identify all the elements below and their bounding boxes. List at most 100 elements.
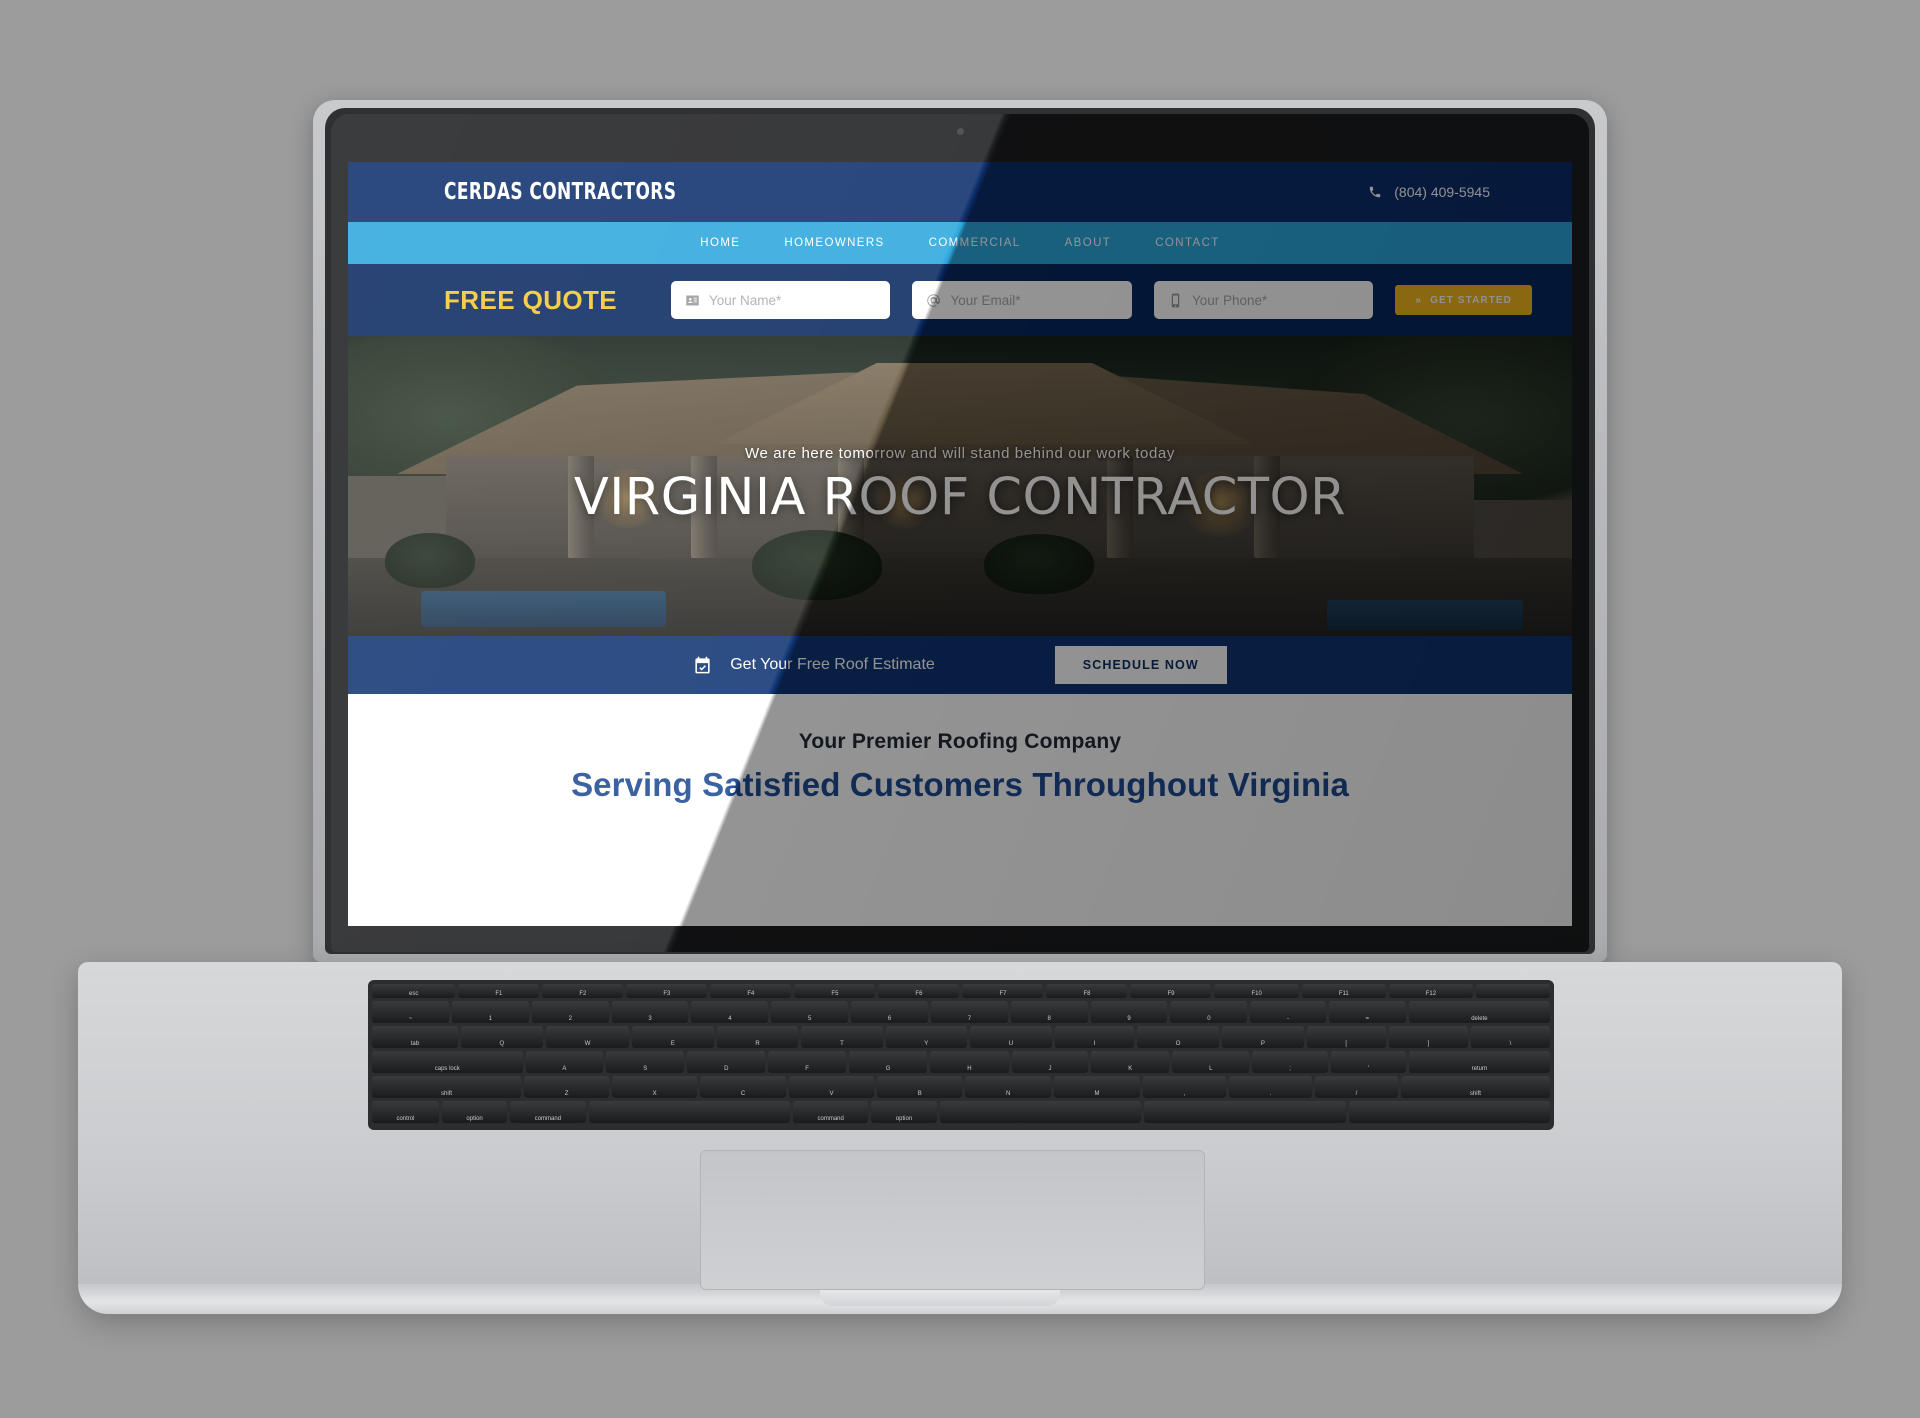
akey-return[interactable]: return bbox=[1408, 1051, 1551, 1073]
zkey-b[interactable]: B bbox=[877, 1076, 963, 1098]
phone-input-placeholder[interactable]: Your Phone* bbox=[1192, 293, 1267, 308]
zkey-x[interactable]: X bbox=[612, 1076, 698, 1098]
zkey-shift[interactable]: shift bbox=[1400, 1076, 1550, 1098]
zkey--[interactable]: , bbox=[1143, 1076, 1227, 1098]
modkey-command[interactable]: command bbox=[793, 1101, 869, 1123]
name-input-placeholder[interactable]: Your Name* bbox=[709, 293, 781, 308]
akey-caps-lock[interactable]: caps lock bbox=[372, 1051, 523, 1073]
fnkey-f11[interactable]: F11 bbox=[1301, 984, 1386, 998]
nav-item-homeowners[interactable]: HOMEOWNERS bbox=[784, 237, 884, 249]
free-quote-title: FREE QUOTE bbox=[444, 284, 618, 315]
numkey-7[interactable]: 7 bbox=[930, 1001, 1008, 1023]
akey-d[interactable]: D bbox=[687, 1051, 766, 1073]
website-page: CERDAS CONTRACTORS (804) 409-5945 HOME H… bbox=[348, 162, 1572, 926]
fnkey-f10[interactable]: F10 bbox=[1214, 984, 1299, 998]
qkey-p[interactable]: P bbox=[1222, 1026, 1304, 1048]
modkey-command[interactable]: command bbox=[510, 1101, 586, 1123]
site-logo[interactable]: CERDAS CONTRACTORS bbox=[444, 179, 676, 205]
zkey--[interactable]: / bbox=[1314, 1076, 1398, 1098]
nav-item-contact[interactable]: CONTACT bbox=[1155, 237, 1220, 249]
numkey-4[interactable]: 4 bbox=[691, 1001, 769, 1023]
numkey-9[interactable]: 9 bbox=[1090, 1001, 1168, 1023]
qkey-u[interactable]: U bbox=[970, 1026, 1052, 1048]
modkey-option[interactable]: option bbox=[441, 1101, 508, 1123]
fnkey-f3[interactable]: F3 bbox=[626, 984, 708, 998]
numkey-3[interactable]: 3 bbox=[611, 1001, 689, 1023]
fnkey-f12[interactable]: F12 bbox=[1388, 984, 1474, 998]
modkey-6[interactable] bbox=[939, 1101, 1142, 1123]
qkey-tab[interactable]: tab bbox=[372, 1026, 458, 1048]
modkey-7[interactable] bbox=[1144, 1101, 1346, 1123]
numkey-5[interactable]: 5 bbox=[771, 1001, 849, 1023]
qkey-w[interactable]: W bbox=[545, 1026, 630, 1048]
zkey-m[interactable]: M bbox=[1053, 1076, 1141, 1098]
akey-h[interactable]: H bbox=[930, 1051, 1009, 1073]
akey-l[interactable]: L bbox=[1172, 1051, 1250, 1073]
numkey-2[interactable]: 2 bbox=[531, 1001, 609, 1023]
numkey-8[interactable]: 8 bbox=[1010, 1001, 1088, 1023]
qkey--[interactable]: \ bbox=[1470, 1026, 1551, 1048]
qkey-t[interactable]: T bbox=[801, 1026, 883, 1048]
trackpad[interactable] bbox=[700, 1150, 1205, 1290]
fnkey-13[interactable] bbox=[1476, 984, 1551, 998]
fnkey-f6[interactable]: F6 bbox=[878, 984, 960, 998]
fnkey-f5[interactable]: F5 bbox=[794, 984, 876, 998]
qkey--[interactable]: ] bbox=[1388, 1026, 1468, 1048]
fnkey-f8[interactable]: F8 bbox=[1046, 984, 1128, 998]
name-field-wrapper[interactable]: Your Name* bbox=[671, 281, 891, 319]
numkey-delete[interactable]: delete bbox=[1408, 1001, 1551, 1023]
akey-s[interactable]: S bbox=[606, 1051, 685, 1073]
qkey-q[interactable]: Q bbox=[460, 1026, 543, 1048]
get-started-button[interactable]: » GET STARTED bbox=[1395, 285, 1533, 315]
modkey-8[interactable] bbox=[1348, 1101, 1551, 1123]
schedule-now-button[interactable]: SCHEDULE NOW bbox=[1054, 646, 1227, 684]
numkey-6[interactable]: 6 bbox=[851, 1001, 928, 1023]
fnkey-esc[interactable]: esc bbox=[372, 984, 456, 998]
nav-item-home[interactable]: HOME bbox=[700, 237, 740, 249]
fnkey-f2[interactable]: F2 bbox=[542, 984, 624, 998]
zkey-shift[interactable]: shift bbox=[372, 1076, 522, 1098]
qkey-r[interactable]: R bbox=[716, 1026, 799, 1048]
zkey-n[interactable]: N bbox=[965, 1076, 1051, 1098]
phone-field-wrapper[interactable]: Your Phone* bbox=[1153, 281, 1374, 319]
akey-a[interactable]: A bbox=[525, 1051, 604, 1073]
fnkey-f4[interactable]: F4 bbox=[710, 984, 792, 998]
zkey-c[interactable]: C bbox=[700, 1076, 786, 1098]
nav-item-commercial[interactable]: COMMERCIAL bbox=[929, 237, 1021, 249]
akey-j[interactable]: J bbox=[1011, 1051, 1089, 1073]
numkey-0[interactable]: 0 bbox=[1170, 1001, 1248, 1023]
main-navigation: HOME HOMEOWNERS COMMERCIAL ABOUT CONTACT bbox=[348, 222, 1572, 264]
qkey--[interactable]: [ bbox=[1306, 1026, 1386, 1048]
modkey-option[interactable]: option bbox=[871, 1101, 937, 1123]
fnkey-f1[interactable]: F1 bbox=[458, 984, 540, 998]
akey--[interactable]: ; bbox=[1252, 1051, 1328, 1073]
zkey-v[interactable]: V bbox=[788, 1076, 875, 1098]
keyboard[interactable]: esc F1 F2 F3 F4 F5 F6 F7 F8 F9 F10 F11 F12 ~1 2 3 4 5 6 7 8… bbox=[368, 980, 1554, 1130]
modkey-control[interactable]: control bbox=[372, 1101, 439, 1123]
nav-item-about[interactable]: ABOUT bbox=[1065, 237, 1112, 249]
fnkey-f9[interactable]: F9 bbox=[1130, 984, 1212, 998]
zkey-z[interactable]: Z bbox=[524, 1076, 610, 1098]
get-started-label: GET STARTED bbox=[1430, 294, 1513, 306]
qkey-y[interactable]: Y bbox=[885, 1026, 968, 1048]
numkey--[interactable]: - bbox=[1250, 1001, 1326, 1023]
akey--[interactable]: ' bbox=[1330, 1051, 1406, 1073]
akey-g[interactable]: G bbox=[848, 1051, 928, 1073]
numkey--[interactable]: ~ bbox=[372, 1001, 449, 1023]
contact-card-icon bbox=[686, 295, 699, 305]
email-input-placeholder[interactable]: Your Email* bbox=[950, 293, 1020, 308]
qkey-o[interactable]: O bbox=[1136, 1026, 1220, 1048]
qkey-e[interactable]: E bbox=[632, 1026, 714, 1048]
zkey--[interactable]: . bbox=[1229, 1076, 1312, 1098]
fnkey-f7[interactable]: F7 bbox=[962, 984, 1044, 998]
qkey-i[interactable]: I bbox=[1054, 1026, 1134, 1048]
mobile-phone-icon bbox=[1171, 293, 1180, 307]
modkey-3[interactable] bbox=[588, 1101, 791, 1123]
numkey-1[interactable]: 1 bbox=[452, 1001, 529, 1023]
akey-k[interactable]: K bbox=[1091, 1051, 1170, 1073]
numkey--[interactable]: = bbox=[1328, 1001, 1406, 1023]
header-phone-link[interactable]: (804) 409-5945 bbox=[1368, 184, 1490, 200]
email-field-wrapper[interactable]: Your Email* bbox=[912, 281, 1132, 319]
phone-icon bbox=[1370, 186, 1381, 198]
akey-f[interactable]: F bbox=[768, 1051, 846, 1073]
